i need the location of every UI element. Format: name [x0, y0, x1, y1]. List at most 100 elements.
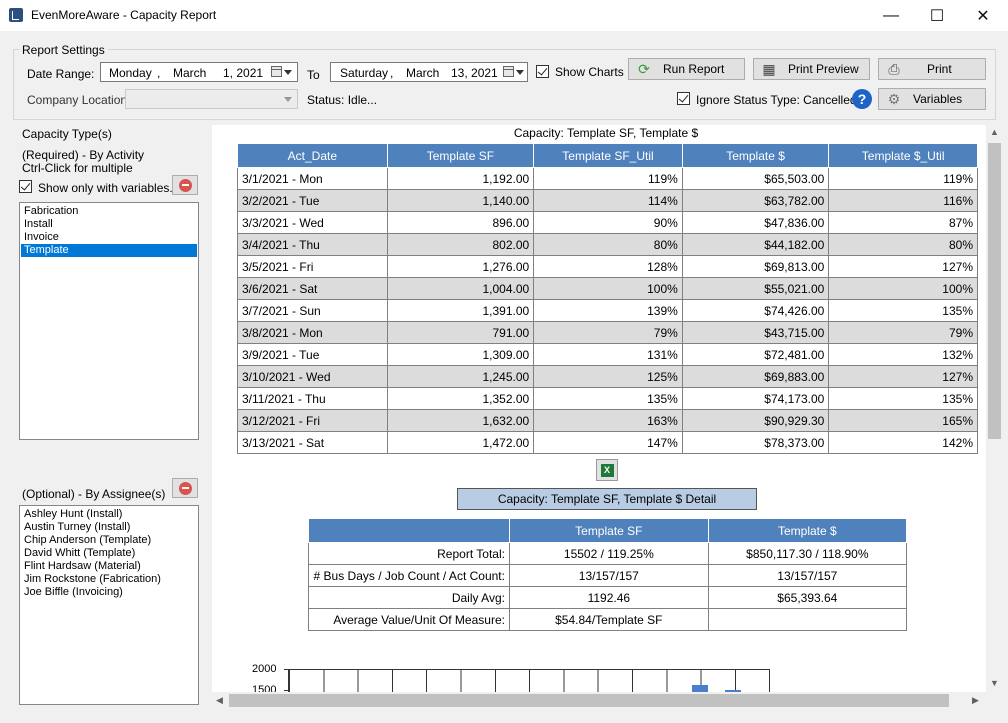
chevron-down-icon — [284, 70, 292, 75]
run-report-label: Run Report — [663, 62, 725, 76]
vertical-scrollbar[interactable]: ▲ ▼ — [986, 125, 1003, 692]
scroll-right-icon[interactable]: ▶ — [972, 695, 979, 706]
table-cell: $74,426.00 — [681, 299, 830, 322]
list-item[interactable]: Joe Biffle (Invoicing) — [21, 586, 198, 599]
list-item[interactable]: Ashley Hunt (Install) — [21, 508, 198, 521]
to-separator: , — [390, 66, 394, 80]
column-header: Template SF — [508, 518, 709, 543]
export-excel-button[interactable]: X — [596, 459, 618, 481]
table-cell: 13/157/157 — [707, 564, 908, 587]
clear-activities-button[interactable] — [172, 175, 198, 195]
column-header: Template SF — [386, 143, 535, 168]
table-row: 3/9/2021 - Tue 1,309.00 131% $72,481.00 132% — [237, 343, 978, 366]
table-row: # Bus Days / Job Count / Act Count: 13/15… — [308, 564, 908, 587]
scroll-left-icon[interactable]: ◀ — [216, 695, 223, 706]
to-weekday: Saturday — [340, 66, 389, 80]
list-item[interactable]: Fabrication — [21, 205, 197, 218]
list-item[interactable]: Jim Rockstone (Fabrication) — [21, 573, 198, 586]
table-cell: 3/5/2021 - Fri — [237, 255, 388, 278]
variables-button[interactable]: ⚙ Variables — [878, 88, 986, 110]
table-cell: 119% — [828, 167, 978, 190]
remove-icon — [178, 178, 192, 192]
chart-axis-label: 2000 — [252, 663, 277, 675]
detail-table: Template SF Template $ Report Total: 1550… — [308, 518, 908, 631]
list-item[interactable]: Flint Hardsaw (Material) — [21, 560, 198, 573]
print-preview-icon: ▦ — [762, 60, 776, 77]
horizontal-scrollbar[interactable]: ◀ ▶ — [212, 692, 986, 709]
excel-icon: X — [600, 463, 614, 477]
scroll-down-icon[interactable]: ▼ — [990, 678, 999, 688]
scroll-thumb[interactable] — [988, 143, 1001, 439]
table-cell: $850,117.30 / 118.90% — [707, 542, 908, 565]
help-icon[interactable]: ? — [852, 89, 872, 109]
column-header: Template $_Util — [828, 143, 978, 168]
title-bar: EvenMoreAware - Capacity Report — ☐ ✕ — [0, 0, 1008, 31]
list-item-selected[interactable]: Template — [21, 244, 197, 257]
ignore-status-checkbox[interactable] — [677, 92, 690, 105]
table-cell: 79% — [828, 321, 978, 344]
table-cell: 3/10/2021 - Wed — [237, 365, 388, 388]
show-only-vars-checkbox[interactable] — [19, 180, 32, 193]
list-item[interactable]: Chip Anderson (Template) — [21, 534, 198, 547]
table-cell: $90,929.30 — [681, 409, 830, 432]
chevron-down-icon — [516, 70, 524, 75]
table-cell: 135% — [828, 299, 978, 322]
scroll-up-icon[interactable]: ▲ — [990, 127, 999, 137]
list-item[interactable]: Invoice — [21, 231, 197, 244]
table-row: Report Total: 15502 / 119.25% $850,117.30 … — [308, 542, 908, 565]
table-cell: 132% — [828, 343, 978, 366]
table-cell: 80% — [533, 233, 683, 256]
assignee-listbox[interactable]: Ashley Hunt (Install) Austin Turney (Ins… — [19, 505, 199, 705]
run-report-button[interactable]: ⟳ Run Report — [628, 58, 745, 80]
list-item[interactable]: Install — [21, 218, 197, 231]
table-cell: 163% — [533, 409, 683, 432]
to-date-picker[interactable]: Saturday , March 13, 2021 — [330, 62, 528, 82]
required-label: (Required) - By Activity — [22, 148, 145, 162]
maximize-button[interactable]: ☐ — [914, 0, 960, 31]
table-row: Average Value/Unit Of Measure: $54.84/Tem… — [308, 608, 908, 631]
calendar-icon — [271, 66, 282, 77]
table-cell: 135% — [533, 387, 683, 410]
table-cell: 15502 / 119.25% — [508, 542, 709, 565]
close-button[interactable]: ✕ — [960, 0, 1006, 31]
table-cell: 3/9/2021 - Tue — [237, 343, 388, 366]
table-row: 3/11/2021 - Thu 1,352.00 135% $74,173.00 135… — [237, 387, 978, 410]
print-button[interactable]: ⎙ Print — [878, 58, 986, 80]
table-row: Daily Avg: 1192.46 $65,393.64 — [308, 586, 908, 609]
table-cell: 1,632.00 — [386, 409, 535, 432]
from-day-year: 1, 2021 — [223, 66, 264, 80]
table-row: 3/12/2021 - Fri 1,632.00 163% $90,929.30 165… — [237, 409, 978, 432]
to-day-year: 13, 2021 — [451, 66, 498, 80]
printer-icon: ⎙ — [888, 60, 900, 77]
table-cell: 791.00 — [386, 321, 535, 344]
list-item[interactable]: Austin Turney (Install) — [21, 521, 198, 534]
table-row: 3/6/2021 - Sat 1,004.00 100% $55,021.00 100% — [237, 277, 978, 300]
from-weekday: Monday — [109, 66, 152, 80]
ctrl-click-label: Ctrl-Click for multiple — [22, 161, 133, 175]
scroll-thumb[interactable] — [229, 694, 949, 707]
optional-label: (Optional) - By Assignee(s) — [22, 487, 166, 501]
column-header: Template SF_Util — [533, 143, 683, 168]
table-cell: 1,276.00 — [386, 255, 535, 278]
show-charts-checkbox[interactable] — [536, 65, 549, 78]
capacity-types-label: Capacity Type(s) — [22, 127, 112, 141]
report-viewer[interactable]: Capacity: Template SF, Template $ Act_Da… — [212, 125, 986, 692]
table-cell: 127% — [828, 365, 978, 388]
print-preview-button[interactable]: ▦ Print Preview — [753, 58, 870, 80]
minimize-button[interactable]: — — [868, 0, 914, 31]
table-cell: 165% — [828, 409, 978, 432]
company-location-select[interactable] — [125, 89, 298, 109]
table-row: 3/10/2021 - Wed 1,245.00 125% $69,883.00 127… — [237, 365, 978, 388]
table-cell: 80% — [828, 233, 978, 256]
table-cell: 147% — [533, 431, 683, 454]
table-cell: 1,192.00 — [386, 167, 535, 190]
table-cell: $69,883.00 — [681, 365, 830, 388]
clear-assignees-button[interactable] — [172, 478, 198, 498]
list-item[interactable]: David Whitt (Template) — [21, 547, 198, 560]
from-date-picker[interactable]: Monday , March 1, 2021 — [100, 62, 298, 82]
activity-listbox[interactable]: Fabrication Install Invoice Template — [19, 202, 199, 440]
table-cell: 79% — [533, 321, 683, 344]
table-cell: 1,309.00 — [386, 343, 535, 366]
capacity-table: Act_Date Template SF Template SF_Util Te… — [237, 143, 978, 454]
table-cell: 1192.46 — [508, 586, 709, 609]
